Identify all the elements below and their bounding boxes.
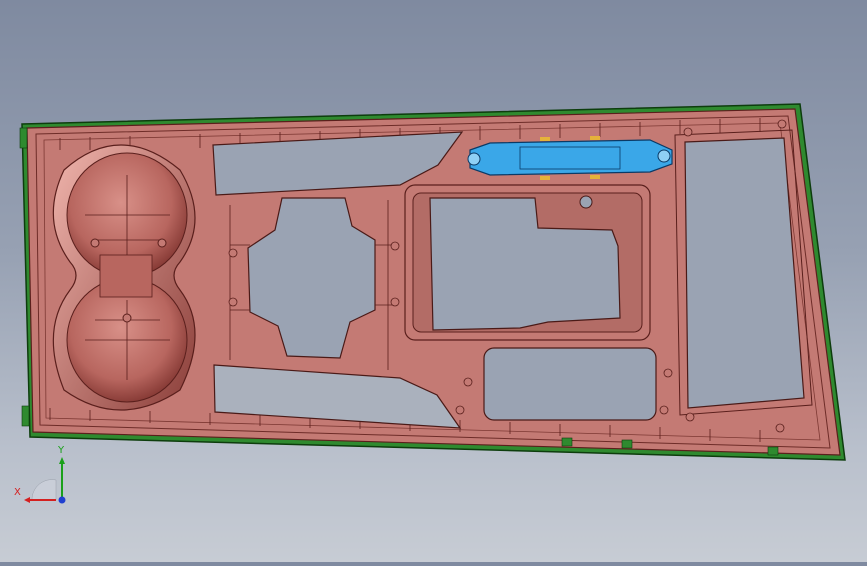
cad-3d-viewport[interactable] bbox=[0, 0, 867, 562]
x-axis-arrow bbox=[24, 497, 30, 503]
x-axis-label: X bbox=[14, 487, 21, 498]
view-orientation-triad: X Y bbox=[14, 440, 74, 510]
center-tray bbox=[404, 184, 651, 341]
lower-slot-opening bbox=[483, 347, 657, 421]
z-axis-dot bbox=[58, 496, 66, 504]
cad-model-view[interactable] bbox=[0, 0, 867, 562]
right-opening bbox=[684, 137, 805, 409]
y-axis-label: Y bbox=[57, 445, 65, 456]
triad-plane bbox=[31, 479, 57, 501]
y-axis-arrow bbox=[59, 457, 65, 464]
